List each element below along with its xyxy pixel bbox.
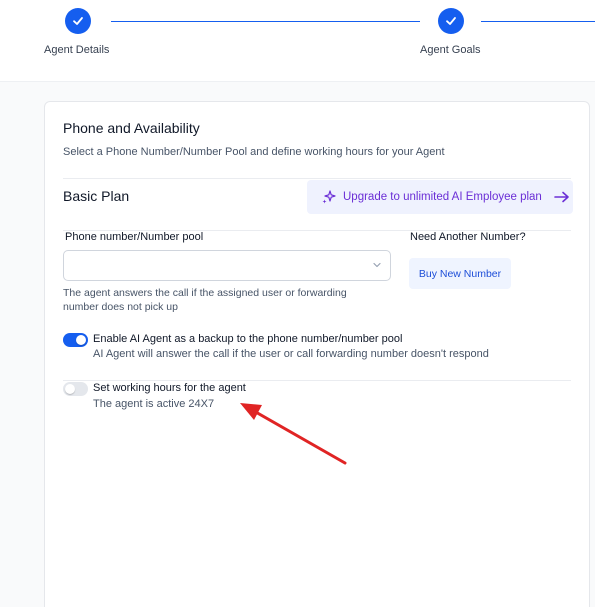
step-label-agent-goals[interactable]: Agent Goals <box>420 44 481 56</box>
section-title: Phone and Availability <box>63 120 200 136</box>
step-complete-check-icon[interactable] <box>438 8 464 34</box>
step-complete-check-icon[interactable] <box>65 8 91 34</box>
phone-number-label: Phone number/Number pool <box>65 231 204 243</box>
check-icon <box>446 17 456 25</box>
plan-name: Basic Plan <box>63 188 130 204</box>
working-hours-description: The agent is active 24X7 <box>93 398 215 410</box>
upgrade-plan-button[interactable]: Upgrade to unlimited AI Employee plan <box>307 180 573 214</box>
arrow-right-icon <box>554 191 569 203</box>
step-connector <box>111 21 420 22</box>
sparkles-icon <box>322 190 336 204</box>
ai-backup-toggle[interactable] <box>63 333 88 347</box>
divider <box>63 380 571 381</box>
ai-backup-title: Enable AI Agent as a backup to the phone… <box>93 333 403 345</box>
progress-stepper: Agent Details Agent Goals <box>0 0 595 82</box>
need-another-number-label: Need Another Number? <box>410 231 526 243</box>
divider <box>63 178 571 179</box>
step-connector <box>481 21 595 22</box>
upgrade-plan-label: Upgrade to unlimited AI Employee plan <box>343 191 542 203</box>
phone-availability-card: Phone and Availability Select a Phone Nu… <box>44 101 590 607</box>
check-icon <box>73 17 83 25</box>
chevron-down-icon <box>373 262 381 268</box>
working-hours-toggle[interactable] <box>63 382 88 396</box>
buy-new-number-button[interactable]: Buy New Number <box>409 258 511 289</box>
toggle-knob <box>76 335 86 345</box>
phone-number-helper: The agent answers the call if the assign… <box>63 287 347 313</box>
section-subtitle: Select a Phone Number/Number Pool and de… <box>63 146 445 158</box>
toggle-knob <box>65 384 75 394</box>
phone-number-select[interactable] <box>63 250 391 281</box>
ai-backup-description: AI Agent will answer the call if the use… <box>93 348 489 360</box>
step-label-agent-details[interactable]: Agent Details <box>44 44 109 56</box>
working-hours-title: Set working hours for the agent <box>93 382 246 394</box>
